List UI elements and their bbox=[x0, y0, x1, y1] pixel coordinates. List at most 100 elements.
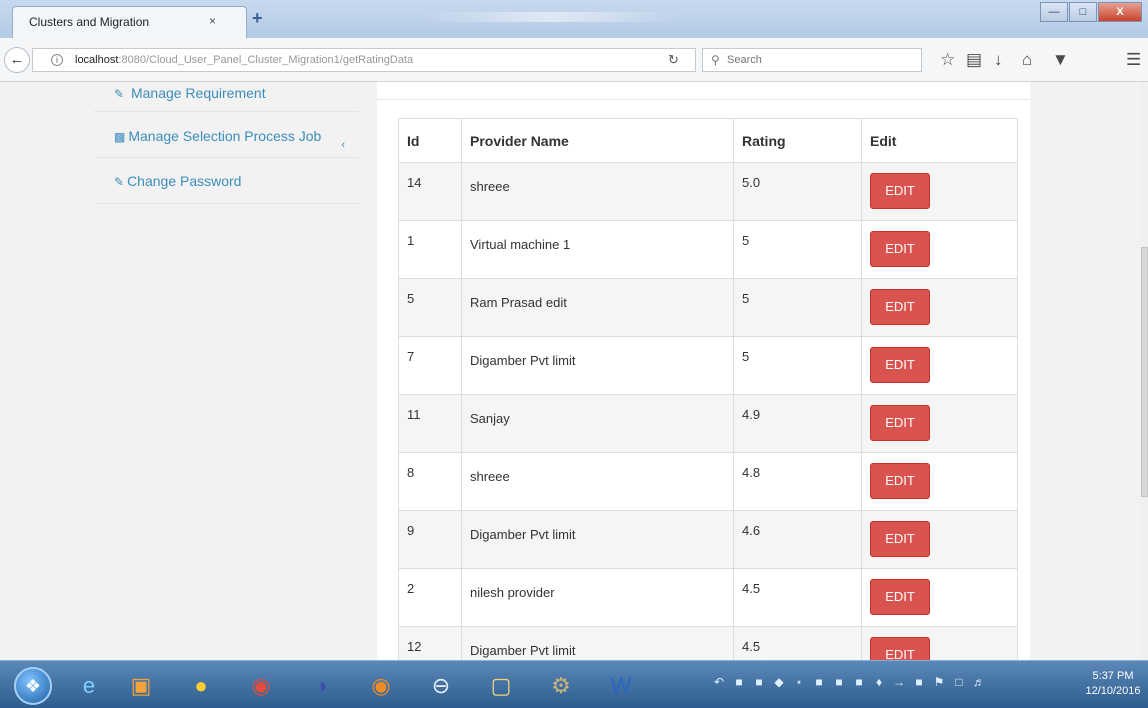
settings-app-icon[interactable]: ⚙ bbox=[534, 667, 588, 705]
edit-button[interactable]: EDIT bbox=[870, 231, 930, 267]
cell-provider-name: Sanjay bbox=[461, 394, 734, 453]
tray-icon[interactable]: ■ bbox=[912, 675, 926, 689]
cell-id: 9 bbox=[398, 510, 462, 569]
new-tab-icon[interactable]: + bbox=[252, 8, 263, 29]
cell-provider-name: shreee bbox=[461, 162, 734, 221]
sun-app-icon[interactable]: ● bbox=[174, 667, 228, 705]
cell-rating: 5 bbox=[733, 336, 862, 395]
column-header-id: Id bbox=[398, 118, 462, 163]
table-row: 8 shreee 4.8 EDIT bbox=[398, 452, 1018, 511]
chrome-icon[interactable]: ◉ bbox=[234, 667, 288, 705]
back-button[interactable]: ← bbox=[4, 47, 30, 73]
table-row: 5 Ram Prasad edit 5 EDIT bbox=[398, 278, 1018, 337]
system-tray: ↶ ■ ■ ◆ ⋆ ■ ■ ■ ♦ → ■ ⚑ □ ♬ bbox=[712, 675, 986, 689]
flag-icon[interactable]: ⚑ bbox=[932, 675, 946, 689]
maximize-button[interactable]: □ bbox=[1069, 2, 1097, 22]
sidebar-item-manage-requirement[interactable]: ✎ Manage Requirement bbox=[94, 82, 359, 112]
media-player-icon[interactable]: ▣ bbox=[114, 667, 168, 705]
column-header-provider-name: Provider Name bbox=[461, 118, 734, 163]
word-icon[interactable]: W bbox=[594, 667, 648, 705]
sidebar-item-label: Change Password bbox=[127, 173, 242, 189]
table-row: 2 nilesh provider 4.5 EDIT bbox=[398, 568, 1018, 627]
tray-icon[interactable]: ↶ bbox=[712, 675, 726, 689]
sidebar-item-manage-selection-process-job[interactable]: ▩ Manage Selection Process Job ‹ bbox=[94, 112, 359, 158]
info-icon[interactable]: i bbox=[51, 54, 63, 66]
home-icon[interactable]: ⌂ bbox=[1022, 50, 1032, 70]
edit-icon: ✎ bbox=[114, 87, 125, 101]
cell-edit: EDIT bbox=[861, 626, 1018, 660]
volume-icon[interactable]: ♬ bbox=[972, 675, 986, 689]
cell-rating: 4.6 bbox=[733, 510, 862, 569]
menu-icon[interactable]: ☰ bbox=[1126, 50, 1141, 70]
tray-icon[interactable]: ■ bbox=[812, 675, 826, 689]
url-text: localhost:8080/Cloud_User_Panel_Cluster_… bbox=[75, 54, 413, 66]
edit-button[interactable]: EDIT bbox=[870, 347, 930, 383]
table-row: 9 Digamber Pvt limit 4.6 EDIT bbox=[398, 510, 1018, 569]
table-body: 14 shreee 5.0 EDIT 1 Virtual machine 1 5 EDIT 5 R… bbox=[398, 162, 1018, 660]
window-controls: — □ X bbox=[1040, 2, 1142, 22]
edit-button[interactable]: EDIT bbox=[870, 289, 930, 325]
bluetooth-icon[interactable]: ⋆ bbox=[792, 675, 806, 689]
page-scrollbar-thumb[interactable] bbox=[1141, 247, 1148, 497]
cell-rating: 4.5 bbox=[733, 568, 862, 627]
column-header-edit: Edit bbox=[861, 118, 1018, 163]
edit-button[interactable]: EDIT bbox=[870, 579, 930, 615]
cell-id: 2 bbox=[398, 568, 462, 627]
edit-button[interactable]: EDIT bbox=[870, 405, 930, 441]
cell-rating: 4.8 bbox=[733, 452, 862, 511]
cell-rating: 4.9 bbox=[733, 394, 862, 453]
url-host: localhost bbox=[75, 54, 119, 66]
pocket-icon[interactable]: ▼ bbox=[1052, 50, 1069, 70]
search-box[interactable]: ⚲ bbox=[702, 48, 922, 72]
address-bar[interactable]: i localhost:8080/Cloud_User_Panel_Cluste… bbox=[32, 48, 696, 72]
edit-button[interactable]: EDIT bbox=[870, 637, 930, 660]
folder-icon[interactable]: ▢ bbox=[474, 667, 528, 705]
reading-list-icon[interactable]: ▤ bbox=[966, 50, 982, 70]
panel-header bbox=[377, 82, 1030, 100]
sidebar-item-label: Manage Requirement bbox=[130, 85, 266, 101]
tray-icon[interactable]: → bbox=[892, 675, 906, 689]
cell-provider-name: Digamber Pvt limit bbox=[461, 336, 734, 395]
cell-id: 1 bbox=[398, 220, 462, 279]
eclipse-icon[interactable]: ◑ bbox=[294, 667, 348, 705]
tray-icon[interactable]: ■ bbox=[852, 675, 866, 689]
edit-button[interactable]: EDIT bbox=[870, 173, 930, 209]
tray-icon[interactable]: ♦ bbox=[872, 675, 886, 689]
page-content: ✎ Manage Requirement ▩ Manage Selection P… bbox=[0, 82, 1148, 660]
start-button[interactable]: ❖ bbox=[14, 667, 52, 705]
bookmark-star-icon[interactable]: ☆ bbox=[940, 50, 955, 70]
reload-icon[interactable]: ↻ bbox=[668, 52, 679, 68]
firefox-icon[interactable]: ◉ bbox=[354, 667, 408, 705]
browser-tab[interactable]: Clusters and Migration × bbox=[12, 6, 247, 38]
chevron-left-icon[interactable]: ‹ bbox=[341, 136, 345, 154]
cell-edit: EDIT bbox=[861, 510, 1018, 569]
edit-button[interactable]: EDIT bbox=[870, 463, 930, 499]
tab-close-icon[interactable]: × bbox=[209, 14, 216, 28]
download-icon[interactable]: ↓ bbox=[994, 50, 1003, 70]
cell-edit: EDIT bbox=[861, 394, 1018, 453]
ie-icon[interactable]: e bbox=[62, 667, 116, 705]
cell-rating: 5 bbox=[733, 220, 862, 279]
edit-button[interactable]: EDIT bbox=[870, 521, 930, 557]
tray-icon[interactable]: ◆ bbox=[772, 675, 786, 689]
cell-rating: 5 bbox=[733, 278, 862, 337]
table-header-row: Id Provider Name Rating Edit bbox=[398, 118, 1018, 163]
minimize-button[interactable]: — bbox=[1040, 2, 1068, 22]
browser-title-bar: Clusters and Migration × + — □ X bbox=[0, 0, 1148, 38]
search-input[interactable] bbox=[727, 51, 907, 69]
tray-icon[interactable]: ■ bbox=[832, 675, 846, 689]
sidebar-item-change-password[interactable]: ✎ Change Password bbox=[94, 158, 359, 204]
minus-app-icon[interactable]: ⊖ bbox=[414, 667, 468, 705]
cell-edit: EDIT bbox=[861, 452, 1018, 511]
tray-icon[interactable]: ■ bbox=[752, 675, 766, 689]
clock-time: 5:37 PM bbox=[1092, 670, 1134, 682]
sidebar: ✎ Manage Requirement ▩ Manage Selection P… bbox=[94, 82, 359, 204]
close-window-button[interactable]: X bbox=[1098, 2, 1142, 22]
windows-taskbar: ❖ e ▣ ● ◉ ◑ ◉ ⊖ ▢ ⚙ W ↶ ■ ■ ◆ ⋆ ■ ■ ■ ♦ … bbox=[0, 660, 1148, 708]
cell-id: 12 bbox=[398, 626, 462, 660]
system-clock[interactable]: 5:37 PM 12/10/2016 bbox=[1082, 669, 1144, 699]
tray-icon[interactable]: ■ bbox=[732, 675, 746, 689]
window-title bbox=[420, 12, 680, 22]
network-icon[interactable]: □ bbox=[952, 675, 966, 689]
clock-date: 12/10/2016 bbox=[1085, 685, 1141, 697]
